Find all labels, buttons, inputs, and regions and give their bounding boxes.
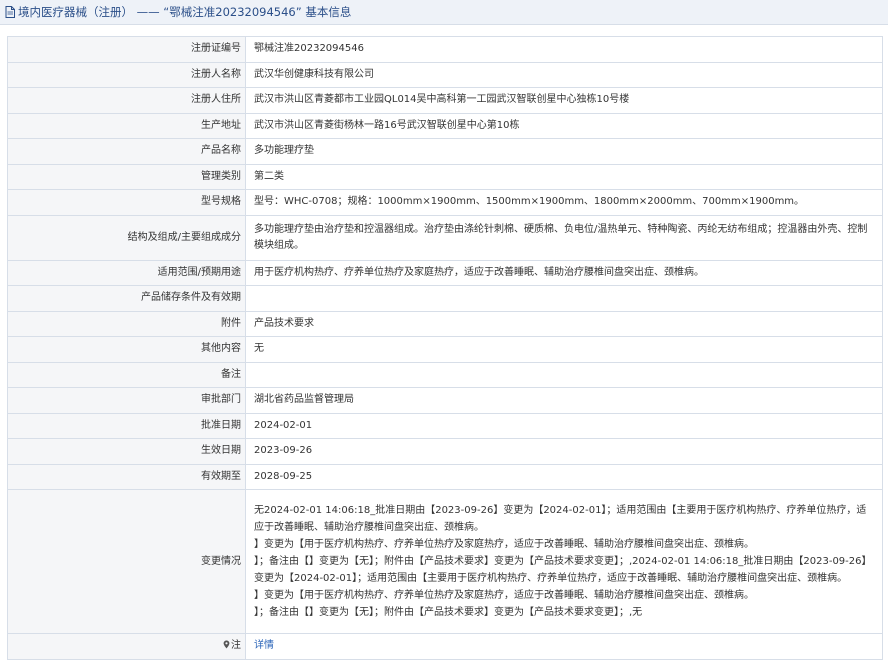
changes-value: 无2024-02-01 14:06:18_批准日期由【2023-09-26】变更…: [245, 489, 883, 634]
row-value: 湖北省药品监督管理局: [245, 387, 883, 414]
table-row: 产品储存条件及有效期: [7, 285, 883, 312]
table-row: 适用范围/预期用途 用于医疗机构热疗、疗养单位热疗及家庭热疗，适应于改善睡眠、辅…: [7, 259, 883, 286]
row-value: 鄂械注准20232094546: [245, 36, 883, 63]
row-label: 产品名称: [7, 138, 246, 165]
change-line: 】；备注由【】变更为【无】；附件由【产品技术要求】变更为【产品技术要求变更】；,…: [254, 556, 872, 584]
table-row: 批准日期 2024-02-01: [7, 412, 883, 439]
row-value: 武汉市洪山区青菱都市工业园QL014吴中高科第一工园武汉智联创星中心独栋10号楼: [245, 87, 883, 114]
table-row: 审批部门 湖北省药品监督管理局: [7, 387, 883, 414]
page-title: 境内医疗器械（注册） —— “鄂械注准20232094546” 基本信息: [18, 5, 352, 19]
row-value: 武汉市洪山区青菱街杨林一路16号武汉智联创星中心第10栋: [245, 112, 883, 139]
row-value: [245, 285, 883, 312]
table-row: 管理类别 第二类: [7, 163, 883, 190]
details-link[interactable]: 详情: [254, 640, 274, 651]
row-label: 型号规格: [7, 189, 246, 216]
note-row: 注 详情: [7, 633, 883, 660]
changes-label: 变更情况: [7, 489, 246, 634]
notice-icon: [223, 640, 230, 649]
table-row: 备注: [7, 361, 883, 388]
change-line: 】变更为【用于医疗机构热疗、疗养单位热疗及家庭热疗，适应于改善睡眠、辅助治疗腰椎…: [254, 590, 754, 601]
table-row: 注册人名称 武汉华创健康科技有限公司: [7, 61, 883, 88]
row-value: 武汉华创健康科技有限公司: [245, 61, 883, 88]
table-row: 结构及组成/主要组成成分 多功能理疗垫由治疗垫和控温器组成。治疗垫由涤纶针刺棉、…: [7, 214, 883, 261]
row-label: 适用范围/预期用途: [7, 259, 246, 286]
change-line: 无2024-02-01 14:06:18_批准日期由【2023-09-26】变更…: [254, 505, 867, 533]
row-label: 产品储存条件及有效期: [7, 285, 246, 312]
row-label: 管理类别: [7, 163, 246, 190]
row-label: 附件: [7, 310, 246, 337]
row-label: 备注: [7, 361, 246, 388]
changes-row: 变更情况 无2024-02-01 14:06:18_批准日期由【2023-09-…: [7, 489, 883, 634]
row-label: 生效日期: [7, 438, 246, 465]
row-value: 2023-09-26: [245, 438, 883, 465]
row-value: 2024-02-01: [245, 412, 883, 439]
note-label-cell: 注: [7, 633, 246, 660]
table-row: 注册证编号 鄂械注准20232094546: [7, 36, 883, 63]
row-value: 无: [245, 336, 883, 363]
table-row: 附件 产品技术要求: [7, 310, 883, 337]
row-value: 型号：WHC-0708；规格：1000mm×1900mm、1500mm×1900…: [245, 189, 883, 216]
row-label: 批准日期: [7, 412, 246, 439]
row-label: 结构及组成/主要组成成分: [7, 214, 246, 261]
row-value: 多功能理疗垫由治疗垫和控温器组成。治疗垫由涤纶针刺棉、硬质棉、负电位/温热单元、…: [245, 214, 883, 261]
page-title-bar: 境内医疗器械（注册） —— “鄂械注准20232094546” 基本信息: [0, 0, 888, 25]
row-value: 第二类: [245, 163, 883, 190]
note-label: 注: [231, 640, 241, 652]
change-line: 】；备注由【】变更为【无】；附件由【产品技术要求】变更为【产品技术要求变更】；,…: [254, 607, 643, 618]
row-label: 注册人住所: [7, 87, 246, 114]
table-row: 生效日期 2023-09-26: [7, 438, 883, 465]
change-line: 】变更为【用于医疗机构热疗、疗养单位热疗及家庭热疗，适应于改善睡眠、辅助治疗腰椎…: [254, 539, 754, 550]
row-value: [245, 361, 883, 388]
row-label: 注册证编号: [7, 36, 246, 63]
table-row: 产品名称 多功能理疗垫: [7, 138, 883, 165]
row-label: 注册人名称: [7, 61, 246, 88]
document-icon: [5, 6, 15, 18]
row-label: 审批部门: [7, 387, 246, 414]
row-value: 2028-09-25: [245, 463, 883, 490]
row-label: 生产地址: [7, 112, 246, 139]
row-value: 用于医疗机构热疗、疗养单位热疗及家庭热疗，适应于改善睡眠、辅助治疗腰椎间盘突出症…: [245, 259, 883, 286]
table-row: 型号规格 型号：WHC-0708；规格：1000mm×1900mm、1500mm…: [7, 189, 883, 216]
table-row: 其他内容 无: [7, 336, 883, 363]
info-table: 注册证编号 鄂械注准20232094546 注册人名称 武汉华创健康科技有限公司…: [7, 36, 883, 660]
table-row: 生产地址 武汉市洪山区青菱街杨林一路16号武汉智联创星中心第10栋: [7, 112, 883, 139]
row-label: 其他内容: [7, 336, 246, 363]
note-value: 详情: [245, 633, 883, 660]
table-row: 有效期至 2028-09-25: [7, 463, 883, 490]
row-label: 有效期至: [7, 463, 246, 490]
row-value: 多功能理疗垫: [245, 138, 883, 165]
row-value: 产品技术要求: [245, 310, 883, 337]
table-row: 注册人住所 武汉市洪山区青菱都市工业园QL014吴中高科第一工园武汉智联创星中心…: [7, 87, 883, 114]
